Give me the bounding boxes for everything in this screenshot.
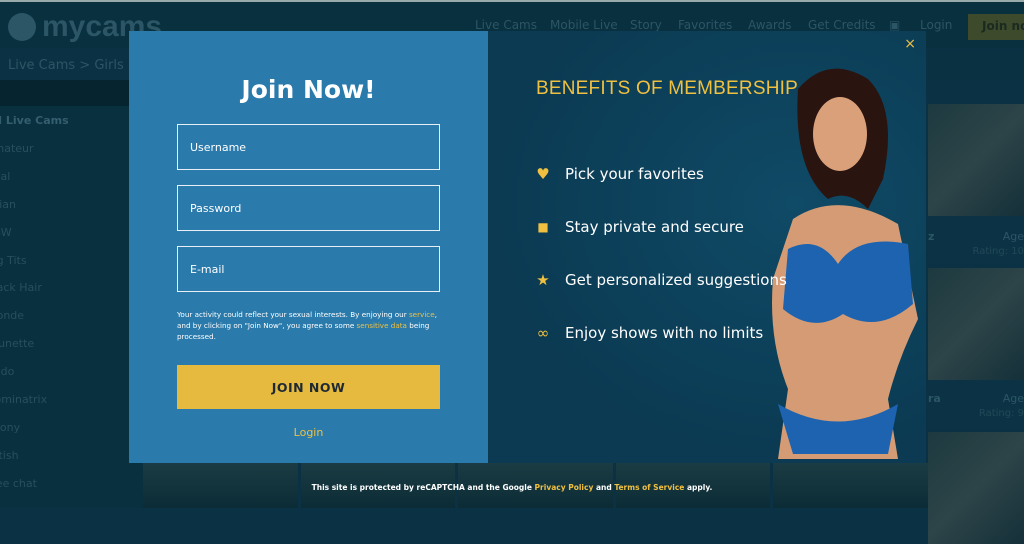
model-thumbnail bbox=[928, 104, 1024, 216]
nav-favorites[interactable]: Favorites bbox=[678, 18, 732, 32]
login-link[interactable]: Login bbox=[129, 426, 488, 439]
footer-text: and bbox=[593, 483, 615, 492]
close-icon[interactable]: × bbox=[904, 36, 916, 52]
sidebar-item[interactable]: BBW bbox=[0, 226, 12, 239]
service-link[interactable]: service bbox=[409, 310, 435, 319]
sidebar-item[interactable]: Amateur bbox=[0, 142, 34, 155]
benefit-text: Stay private and secure bbox=[565, 218, 744, 236]
sidebar-item[interactable]: Anal bbox=[0, 170, 10, 183]
join-now-button[interactable]: JOIN NOW bbox=[177, 365, 440, 409]
signup-panel: Join Now! Your activity could reflect yo… bbox=[129, 31, 488, 463]
model-grid: z Age Rating: 10 ra Age Rating: 9 bbox=[928, 104, 1024, 544]
recaptcha-notice: This site is protected by reCAPTCHA and … bbox=[0, 483, 1024, 492]
sidebar-item[interactable]: Dildo bbox=[0, 365, 14, 378]
footer-text: apply. bbox=[684, 483, 713, 492]
sidebar-item[interactable]: Ebony bbox=[0, 421, 20, 434]
benefit-text: Pick your favorites bbox=[565, 165, 704, 183]
password-input[interactable] bbox=[177, 185, 440, 231]
model-age: Age bbox=[1002, 230, 1024, 243]
benefits-panel: × BENEFITS OF MEMBERSHIP ♥ Pick your favo… bbox=[488, 31, 926, 463]
privacy-policy-link[interactable]: Privacy Policy bbox=[535, 483, 594, 492]
model-rating: Rating: 9 bbox=[978, 408, 1024, 419]
model-name: ra bbox=[928, 392, 941, 405]
sidebar-item[interactable]: All Live Cams bbox=[0, 114, 69, 127]
sensitive-data-link[interactable]: sensitive data bbox=[357, 321, 407, 330]
model-tile[interactable]: z Age Rating: 10 bbox=[928, 104, 1024, 264]
footer-text: This site is protected by reCAPTCHA and … bbox=[311, 483, 535, 492]
legal-notice: Your activity could reflect your sexual … bbox=[177, 309, 447, 342]
header-join-button[interactable]: Join now bbox=[968, 14, 1024, 40]
breadcrumb: Live Cams > Girls bbox=[8, 58, 124, 73]
join-modal: Join Now! Your activity could reflect yo… bbox=[129, 31, 926, 463]
model-name: z bbox=[928, 230, 935, 243]
benefits-title: BENEFITS OF MEMBERSHIP bbox=[536, 78, 798, 99]
sidebar-header bbox=[0, 80, 143, 106]
benefit-item: ★ Get personalized suggestions bbox=[534, 271, 787, 289]
sidebar: All Live Cams Amateur Anal Asian BBW Big Tits… bbox=[0, 80, 143, 508]
nav-get-credits[interactable]: Get Credits bbox=[808, 18, 876, 32]
model-image bbox=[772, 68, 918, 459]
modal-title: Join Now! bbox=[241, 75, 376, 104]
model-rating: Rating: 10 bbox=[972, 246, 1024, 257]
star-icon: ★ bbox=[536, 271, 550, 289]
nav-story[interactable]: Story bbox=[630, 18, 662, 32]
nav-mobile-live[interactable]: Mobile Live bbox=[550, 18, 618, 32]
benefit-item: ■ Stay private and secure bbox=[534, 218, 744, 236]
chat-icon[interactable]: ▣ bbox=[889, 18, 900, 32]
lock-icon: ■ bbox=[537, 220, 549, 234]
benefit-item: ∞ Enjoy shows with no limits bbox=[534, 324, 763, 342]
model-tile[interactable] bbox=[928, 432, 1024, 544]
view-toggle[interactable] bbox=[928, 50, 1024, 80]
sidebar-item[interactable]: Dominatrix bbox=[0, 393, 47, 406]
email-input[interactable] bbox=[177, 246, 440, 292]
nav-awards[interactable]: Awards bbox=[748, 18, 791, 32]
sidebar-item[interactable]: Big Tits bbox=[0, 254, 27, 267]
model-age: Age bbox=[1002, 392, 1024, 405]
legal-text: Your activity could reflect your sexual … bbox=[177, 310, 409, 319]
sidebar-item[interactable]: Black Hair bbox=[0, 281, 42, 294]
nav-live-cams[interactable]: Live Cams bbox=[475, 18, 537, 32]
model-thumbnail bbox=[928, 268, 1024, 380]
sidebar-item[interactable]: Fetish bbox=[0, 449, 19, 462]
benefit-text: Enjoy shows with no limits bbox=[565, 324, 764, 342]
benefit-text: Get personalized suggestions bbox=[565, 271, 787, 289]
terms-link[interactable]: Terms of Service bbox=[614, 483, 684, 492]
sidebar-item[interactable]: Blonde bbox=[0, 309, 24, 322]
infinity-icon: ∞ bbox=[536, 324, 550, 342]
benefit-item: ♥ Pick your favorites bbox=[534, 165, 704, 183]
username-input[interactable] bbox=[177, 124, 440, 170]
model-tile[interactable]: ra Age Rating: 9 bbox=[928, 268, 1024, 428]
nav-login[interactable]: Login bbox=[920, 18, 952, 32]
sidebar-item[interactable]: Brunette bbox=[0, 337, 34, 350]
sidebar-item[interactable]: Asian bbox=[0, 198, 16, 211]
heart-icon: ♥ bbox=[536, 165, 550, 183]
